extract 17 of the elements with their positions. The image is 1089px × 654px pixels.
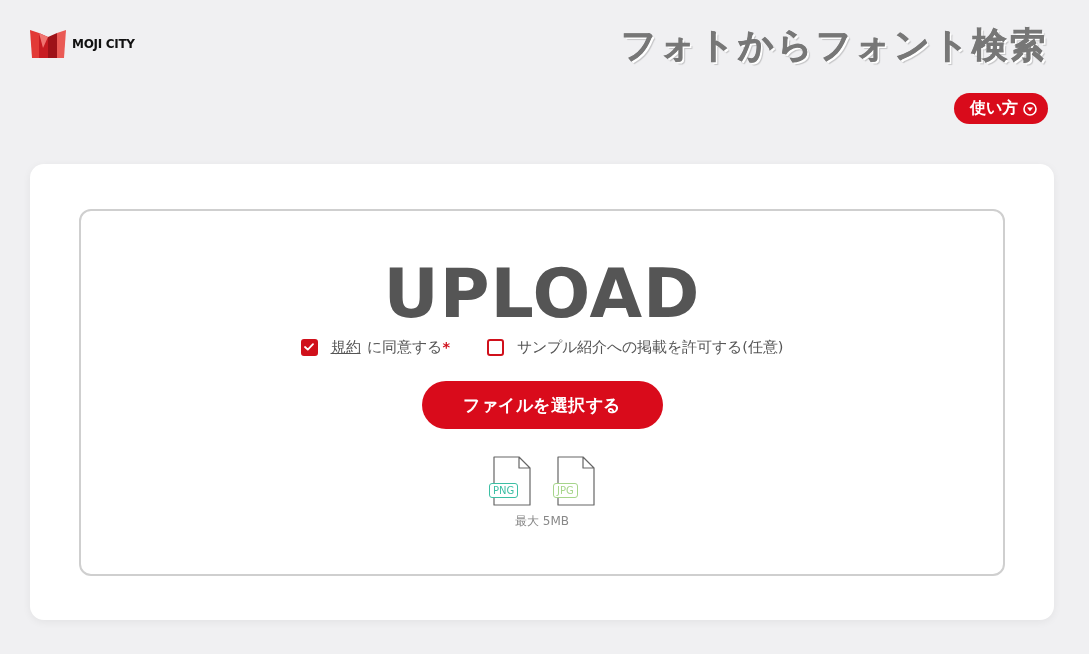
logo-icon[interactable] xyxy=(30,30,66,58)
checkbox[interactable] xyxy=(300,338,318,356)
upload-heading: UPLOAD xyxy=(383,258,701,330)
agreement-label: サンプル紹介への掲載を許可する(任意) xyxy=(517,339,784,355)
terms-link[interactable]: 規約 xyxy=(330,339,361,355)
agreement-label: に同意する xyxy=(366,339,442,355)
help-button[interactable]: 使い方 xyxy=(954,93,1048,124)
caret-circle-icon xyxy=(1023,101,1037,116)
required-mark: * xyxy=(442,339,451,355)
file-type-tag: JPG xyxy=(553,483,578,498)
max-size-note: 最大 5MB xyxy=(514,513,569,529)
checkbox[interactable] xyxy=(487,338,505,356)
logo-text: MOJI CITY xyxy=(72,37,135,51)
file-type-tag: PNG xyxy=(489,483,519,498)
select-file-button[interactable]: ファイルを選択する xyxy=(421,381,663,429)
checkmark-icon xyxy=(304,343,315,351)
page-title: フォトからフォント検索 xyxy=(621,24,1048,67)
